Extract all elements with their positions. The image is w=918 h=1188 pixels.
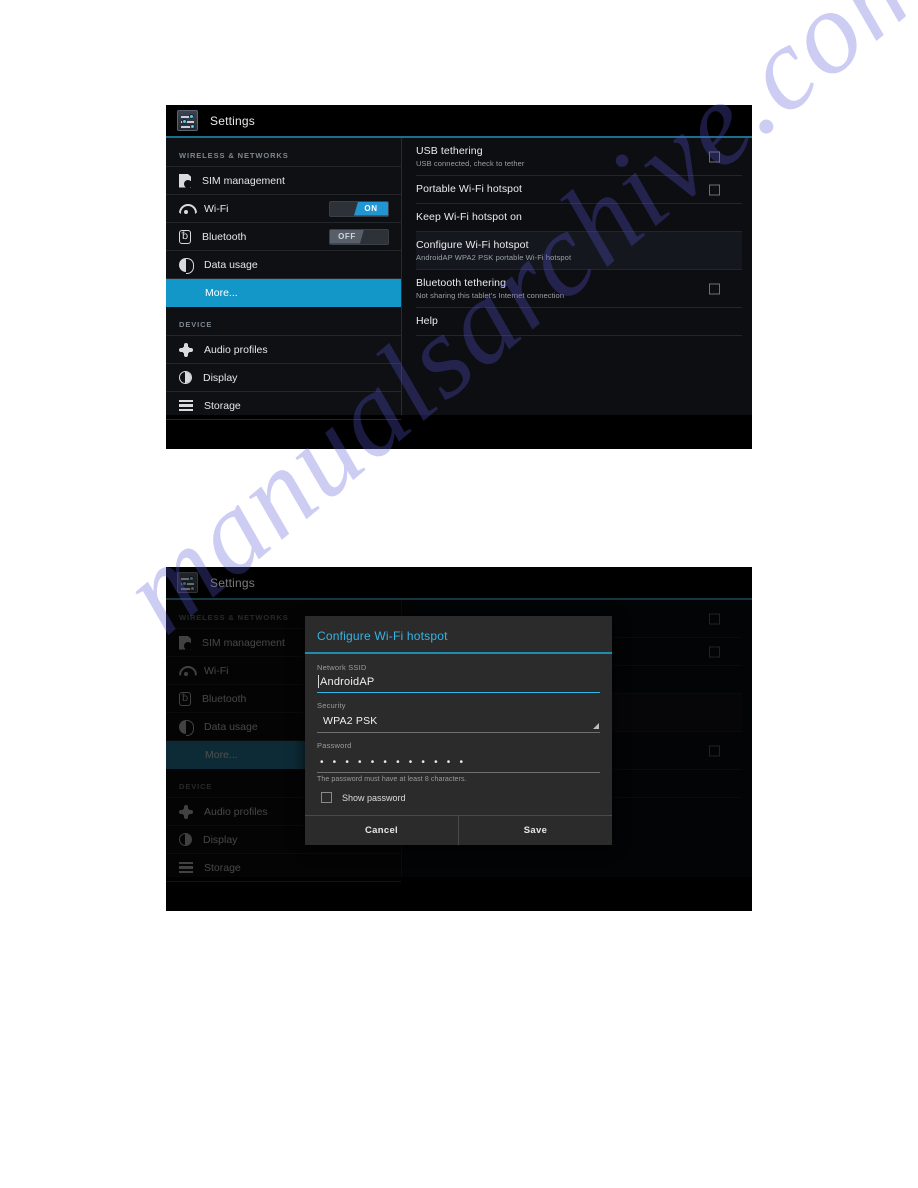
content-area-one: WIRELESS & NETWORKS SIM management Wi-Fi… [166, 138, 752, 420]
pref-title: Configure Wi-Fi hotspot [416, 239, 529, 251]
text-caret [318, 675, 319, 688]
bluetooth-icon [179, 229, 191, 244]
sidebar-item-label: Audio profiles [204, 343, 268, 356]
pref-usb-tethering[interactable]: USB tethering USB connected, check to te… [416, 138, 742, 176]
preference-list-empty-space [416, 336, 742, 396]
settings-sidebar-one: WIRELESS & NETWORKS SIM management Wi-Fi… [166, 138, 402, 420]
network-ssid-label: Network SSID [317, 663, 367, 672]
sidebar-item-audio-profiles[interactable]: Audio profiles [166, 336, 401, 364]
storage-bars-icon [179, 399, 193, 413]
document-page: Settings WIRELESS & NETWORKS SIM managem… [0, 0, 918, 1188]
pref-title: USB tethering [416, 145, 483, 157]
sim-card-icon [179, 173, 191, 188]
show-password-row[interactable]: Show password [321, 792, 600, 803]
dialog-title: Configure Wi-Fi hotspot [305, 616, 612, 654]
sidebar-item-data-usage[interactable]: Data usage [166, 251, 401, 279]
password-input[interactable]: • • • • • • • • • • • • [317, 752, 600, 773]
security-label: Security [317, 701, 346, 710]
pref-configure-wifi-hotspot[interactable]: Configure Wi-Fi hotspot AndroidAP WPA2 P… [416, 232, 742, 270]
sidebar-item-label: Storage [204, 399, 241, 412]
pref-summary: AndroidAP WPA2 PSK portable Wi-Fi hotspo… [416, 253, 572, 262]
audio-profiles-icon [179, 342, 193, 357]
app-title-one: Settings [210, 113, 255, 128]
pref-title: Portable Wi-Fi hotspot [416, 183, 523, 195]
configure-wifi-hotspot-dialog: Configure Wi-Fi hotspot Network SSID And… [305, 616, 612, 845]
settings-sliders-icon [177, 110, 198, 131]
security-dropdown[interactable]: WPA2 PSK [317, 712, 600, 733]
dialog-body: Network SSID AndroidAP Security WPA2 PSK… [305, 654, 612, 815]
network-ssid-input[interactable]: AndroidAP [317, 674, 600, 693]
bluetooth-toggle-state-label: OFF [330, 229, 364, 244]
bluetooth-tethering-checkbox[interactable] [709, 283, 720, 294]
sidebar-item-label: Data usage [204, 258, 258, 271]
pref-summary: USB connected, check to tether [416, 159, 525, 168]
sidebar-item-label: SIM management [202, 174, 285, 187]
status-bar-one: Settings [166, 105, 752, 138]
pref-title: Keep Wi-Fi hotspot on [416, 211, 522, 223]
sidebar-group-header-device: DEVICE [166, 307, 401, 336]
portable-wifi-hotspot-checkbox[interactable] [709, 184, 720, 195]
cancel-button[interactable]: Cancel [305, 816, 459, 845]
status-bar-two: Settings [166, 567, 752, 600]
wifi-toggle-state-label: ON [354, 201, 388, 216]
wifi-toggle-switch[interactable]: ON [329, 200, 389, 217]
usb-tethering-checkbox[interactable] [709, 151, 720, 162]
pref-keep-wifi-hotspot-on[interactable]: Keep Wi-Fi hotspot on [416, 204, 742, 232]
save-button[interactable]: Save [459, 816, 612, 845]
network-ssid-value: AndroidAP [320, 676, 375, 688]
sidebar-item-bluetooth[interactable]: Bluetooth OFF [166, 223, 401, 251]
screenshot-one-tethering-settings: Settings WIRELESS & NETWORKS SIM managem… [166, 105, 752, 449]
sidebar-item-storage[interactable]: Storage [166, 392, 401, 420]
sidebar-item-label: Wi-Fi [204, 202, 229, 215]
dialog-action-bar: Cancel Save [305, 815, 612, 845]
sidebar-item-label: Display [203, 371, 238, 384]
sidebar-group-header-wireless: WIRELESS & NETWORKS [166, 138, 401, 167]
password-hint-text: The password must have at least 8 charac… [317, 776, 467, 783]
pref-portable-wifi-hotspot[interactable]: Portable Wi-Fi hotspot [416, 176, 742, 204]
data-usage-pie-icon [179, 257, 194, 274]
security-selected-value: WPA2 PSK [323, 715, 378, 727]
sidebar-item-display[interactable]: Display [166, 364, 401, 392]
sidebar-item-label: More... [205, 286, 238, 299]
sidebar-item-sim-management[interactable]: SIM management [166, 167, 401, 195]
pref-bluetooth-tethering[interactable]: Bluetooth tethering Not sharing this tab… [416, 270, 742, 308]
pref-summary: Not sharing this tablet's Internet conne… [416, 291, 565, 300]
sidebar-item-label: Bluetooth [202, 230, 247, 243]
pref-help[interactable]: Help [416, 308, 742, 336]
sidebar-item-more[interactable]: More... [166, 279, 401, 307]
pref-title: Help [416, 315, 438, 327]
app-title-two: Settings [210, 575, 255, 590]
wifi-icon [179, 202, 193, 216]
display-brightness-icon [179, 371, 192, 384]
screenshot-two-configure-hotspot-dialog: Settings WIRELESS & NETWORKS SIM managem… [166, 567, 752, 911]
show-password-checkbox[interactable] [321, 792, 332, 803]
show-password-label: Show password [342, 792, 406, 803]
bluetooth-toggle-switch[interactable]: OFF [329, 228, 389, 245]
tethering-preference-list: USB tethering USB connected, check to te… [402, 138, 752, 415]
password-label: Password [317, 741, 352, 750]
pref-title: Bluetooth tethering [416, 277, 507, 289]
sidebar-item-wifi[interactable]: Wi-Fi ON [166, 195, 401, 223]
settings-sliders-icon [177, 572, 198, 593]
